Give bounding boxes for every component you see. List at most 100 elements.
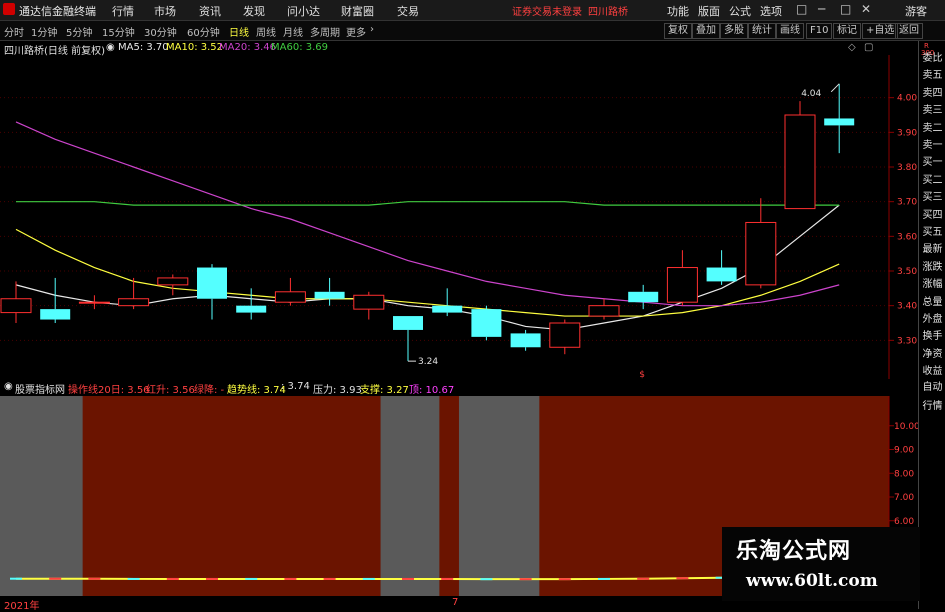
side-tab[interactable]: 涨幅 [920,278,945,292]
side-tab[interactable]: 委比 [920,52,945,66]
period-tab-5min[interactable]: 5分钟 [66,24,92,39]
side-tab[interactable]: 涨跌 [920,261,945,275]
indicator-info-bar: ◉ 股票指标网 操作线20日: 3.56 红升: 3.56 绿降: - 趋势线:… [0,380,918,396]
indicator-mark [598,577,610,580]
side-tab[interactable]: 买五 [920,226,945,240]
login-notice[interactable]: 证券交易未登录 [512,3,582,18]
menu-item-layout[interactable]: 版面 [698,3,720,19]
candle[interactable] [236,288,267,320]
candle[interactable] [353,291,385,320]
menu-item-market[interactable]: 市场 [154,3,176,19]
menu-item-wealth[interactable]: 财富圈 [341,3,374,19]
chevron-right-icon[interactable]: › [370,24,374,35]
side-tab[interactable]: 行情 [920,400,945,414]
side-tab[interactable]: 总量 [920,296,945,310]
f10-button[interactable]: F10 [806,23,833,39]
candle[interactable] [824,83,855,154]
period-tab-weekly[interactable]: 周线 [256,24,276,39]
adjust-button[interactable]: 复权 [664,23,692,39]
period-tab-15min[interactable]: 15分钟 [102,24,135,39]
candle[interactable] [314,277,345,306]
candle[interactable] [432,288,463,317]
menu-item-formula[interactable]: 公式 [729,3,751,19]
side-tab[interactable]: 换手 [920,330,945,344]
side-tab[interactable]: 买二 [920,174,945,188]
diamond-icon[interactable]: ◇ [848,42,856,53]
ma20-label: MA20: 3.46 [219,42,277,53]
side-tab[interactable]: 卖二 [920,122,945,136]
period-tab-daily[interactable]: 日线 [229,24,249,39]
mark-button[interactable]: 标记 [833,23,861,39]
candle[interactable] [78,295,110,310]
add-watchlist-button[interactable]: +自选 [862,23,899,39]
indicator-mark [519,578,532,581]
candle-body [157,277,189,286]
side-tab[interactable]: 外盘 [920,313,945,327]
indicator-tick-label: 6.00 [894,517,914,527]
period-tab-30min[interactable]: 30分钟 [144,24,177,39]
menu-item-functions[interactable]: 功能 [667,3,689,19]
collapse-icon[interactable]: ▢ [864,42,873,53]
gray-band [458,396,540,596]
menu-item-quotes[interactable]: 行情 [112,3,134,19]
candle[interactable] [118,277,150,310]
candle[interactable] [549,319,581,355]
menu-item-ask[interactable]: 问小达 [287,3,320,19]
side-tab[interactable]: 买三 [920,191,945,205]
maximize-icon[interactable]: □ [840,2,851,16]
restore-icon[interactable]: □ [796,2,807,16]
candle[interactable] [510,329,541,351]
draw-button[interactable]: 画线 [776,23,804,39]
side-tab[interactable]: 收益 [920,365,945,379]
indicator-name[interactable]: 股票指标网 [15,381,65,396]
candle[interactable] [588,298,620,320]
candle[interactable] [706,250,737,285]
period-tab-monthly[interactable]: 月线 [283,24,303,39]
menu-item-options[interactable]: 选项 [760,3,782,19]
side-tab[interactable]: 自动 [920,381,945,395]
watermark-url: www.60lt.com [746,571,878,591]
period-tab-intraday[interactable]: 分时 [4,24,24,39]
candle[interactable] [197,264,227,320]
period-tab-more[interactable]: 更多 [346,24,366,39]
close-icon[interactable]: ✕ [861,2,871,16]
user-label[interactable]: 游客 [905,3,927,19]
candle[interactable] [666,250,698,306]
menu-item-discover[interactable]: 发现 [243,3,265,19]
candle-body [40,309,71,320]
candlestick-chart[interactable]: 4.00 3.90 3.80 3.70 3.60 3.50 3.40 3.30 4.04 3.2… [0,55,918,379]
candle[interactable] [393,316,423,362]
side-tab[interactable]: 卖一 [920,139,945,153]
candle[interactable] [471,305,502,341]
side-tab[interactable]: 卖五 [920,69,945,83]
candle[interactable] [40,277,71,323]
low-label: 3.24 [418,357,438,367]
side-tab[interactable]: 买一 [920,156,945,170]
side-tab[interactable]: 最新 [920,243,945,257]
price-tick-label: 3.90 [897,128,917,138]
multi-stock-button[interactable]: 多股 [720,23,748,39]
side-tab[interactable]: 净资 [920,348,945,362]
menu-item-trade[interactable]: 交易 [397,3,419,19]
candle[interactable] [745,198,777,289]
gray-band [0,396,83,596]
overlay-button[interactable]: 叠加 [692,23,720,39]
indicator-item-trend2: : 3.74 [281,381,310,392]
back-button[interactable]: 返回 [895,23,923,39]
period-tab-60min[interactable]: 60分钟 [187,24,220,39]
menu-item-news[interactable]: 资讯 [199,3,221,19]
period-tab-multi[interactable]: 多周期 [310,24,340,39]
ma-toggle-icon[interactable]: ◉ [106,42,115,53]
ma60-label: MA60: 3.69 [271,42,329,53]
candle[interactable] [274,277,306,306]
minimize-icon[interactable]: ─ [818,2,825,16]
stats-button[interactable]: 统计 [748,23,776,39]
side-tab[interactable]: 买四 [920,209,945,223]
side-tab[interactable]: 卖三 [920,104,945,118]
indicator-toggle-icon[interactable]: ◉ [4,381,13,392]
app-logo-icon [3,3,15,15]
candle[interactable] [784,101,816,210]
period-tab-1min[interactable]: 1分钟 [31,24,57,39]
candle[interactable] [157,274,189,296]
side-tab[interactable]: 卖四 [920,87,945,101]
